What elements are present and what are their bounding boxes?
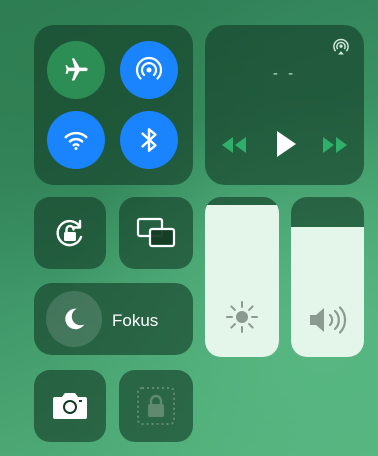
focus-button[interactable]: Fokus (34, 283, 193, 355)
fast-forward-icon[interactable] (322, 136, 348, 154)
airplane-mode-button[interactable] (47, 41, 105, 99)
focus-label: Fokus (112, 311, 159, 330)
screen-mirroring-icon (136, 217, 176, 248)
volume-slider[interactable] (291, 197, 364, 357)
airplane-icon (65, 58, 88, 81)
track-title: - - (272, 65, 297, 82)
camera-button[interactable] (34, 370, 106, 442)
camera-icon (53, 393, 87, 419)
bluetooth-button[interactable] (120, 111, 178, 169)
screen-mirroring-button[interactable] (119, 197, 193, 269)
wifi-icon (64, 131, 88, 150)
airdrop-icon (135, 56, 163, 80)
speaker-icon (309, 306, 346, 334)
volume-level-fill (291, 227, 364, 357)
connectivity-module (34, 25, 193, 185)
brightness-slider[interactable] (205, 197, 279, 357)
moon-icon (65, 308, 85, 330)
rewind-icon[interactable] (221, 136, 247, 154)
rotation-lock-button[interactable] (34, 197, 106, 269)
play-icon[interactable] (275, 130, 297, 158)
airplay-icon[interactable] (331, 37, 351, 57)
lock-icon (137, 387, 175, 425)
wifi-button[interactable] (47, 111, 105, 169)
bluetooth-icon (141, 128, 157, 152)
focus-icon-circle (46, 291, 102, 347)
airdrop-button[interactable] (120, 41, 178, 99)
sun-icon (226, 301, 258, 333)
lock-button[interactable] (119, 370, 193, 442)
media-player-module: - - (205, 25, 364, 185)
playback-controls (205, 130, 364, 160)
rotation-lock-icon (56, 219, 83, 247)
